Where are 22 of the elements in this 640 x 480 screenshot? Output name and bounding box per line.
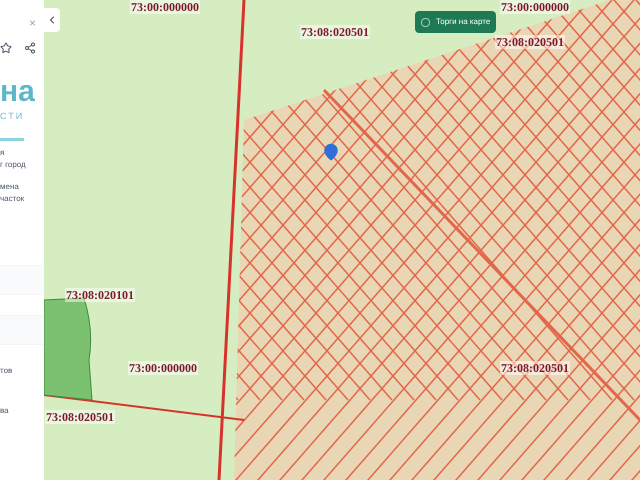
star-icon[interactable]: [0, 42, 12, 54]
parcel-number-label: 73:08:020501: [300, 25, 370, 39]
sidebar-item[interactable]: тов: [0, 364, 44, 376]
logo-subtext: СТИ: [0, 110, 26, 123]
parcel-number-label: 73:00:000000: [128, 361, 198, 375]
description-text: я: [0, 146, 6, 158]
logo-text: на: [0, 74, 36, 110]
location-pin-icon: [322, 143, 340, 161]
parcel-number-label: 73:00:000000: [130, 0, 200, 14]
parcel-number-label: 73:08:020501: [45, 410, 115, 424]
description-text: мена: [0, 180, 20, 192]
share-icon[interactable]: [24, 42, 36, 54]
collapse-button[interactable]: [44, 8, 60, 32]
sidebar-item[interactable]: ва: [0, 404, 44, 416]
parcel-number-label: 73:08:020101: [65, 288, 135, 302]
parcel-number-label: 73:00:000000: [500, 0, 570, 14]
parcel-number-label: 73:08:020501: [495, 35, 565, 49]
logo-underline: [0, 138, 24, 140]
parcel-number-label: 73:08:020501: [500, 361, 570, 375]
description-text: часток: [0, 192, 26, 204]
auction-toggle-button[interactable]: Торги на карте: [415, 11, 496, 33]
description-text: г город: [0, 158, 27, 170]
